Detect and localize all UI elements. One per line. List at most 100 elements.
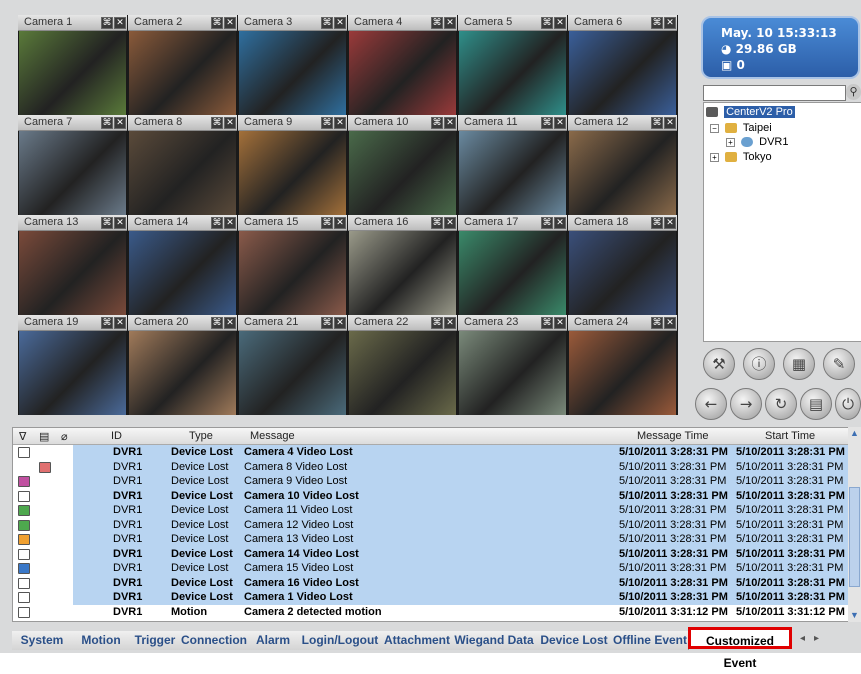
note-icon[interactable]: ▤	[39, 430, 49, 443]
tree-device-dvr1[interactable]: + DVR1	[726, 136, 788, 148]
tab-scroll-right-icon[interactable]: ▸	[814, 633, 819, 644]
close-icon[interactable]: ✕	[664, 17, 676, 29]
info-button[interactable]: ⓘ	[743, 348, 775, 380]
close-icon[interactable]: ✕	[554, 17, 566, 29]
edit-button[interactable]: ✎	[823, 348, 855, 380]
ptz-icon[interactable]: ⌘	[431, 317, 443, 329]
search-input[interactable]	[703, 85, 846, 101]
close-icon[interactable]: ✕	[334, 317, 346, 329]
camera-feed[interactable]	[459, 131, 566, 215]
ptz-icon[interactable]: ⌘	[211, 17, 223, 29]
grid-icon[interactable]: ▤	[800, 388, 832, 420]
vertical-scrollbar[interactable]: ▲ ▼	[848, 427, 861, 622]
event-table[interactable]: ∇ ▤ ⌀ ID Type Message Message Time Start…	[12, 427, 850, 622]
camera-tile[interactable]: Camera 10 ⌘ ✕	[348, 115, 457, 215]
close-icon[interactable]: ✕	[664, 317, 676, 329]
col-message-time[interactable]: Message Time	[637, 430, 709, 442]
camera-tile[interactable]: Camera 12 ⌘ ✕	[568, 115, 677, 215]
tree-root[interactable]: CenterV2 Pro	[706, 106, 795, 118]
close-icon[interactable]: ✕	[444, 217, 456, 229]
tab-connection[interactable]: Connection	[180, 631, 249, 650]
camera-feed[interactable]	[569, 331, 676, 415]
ptz-icon[interactable]: ⌘	[211, 317, 223, 329]
camera-feed[interactable]	[19, 231, 126, 315]
ptz-icon[interactable]: ⌘	[101, 17, 113, 29]
scroll-thumb[interactable]	[849, 487, 860, 587]
tab-wiegand-data[interactable]: Wiegand Data	[452, 631, 537, 650]
forward-icon[interactable]: →	[730, 388, 762, 420]
collapse-icon[interactable]: −	[710, 123, 719, 133]
camera-tile[interactable]: Camera 8 ⌘ ✕	[128, 115, 237, 215]
tab-motion[interactable]: Motion	[72, 631, 131, 650]
table-row[interactable]: DVR1 Device Lost Camera 8 Video Lost 5/10/2…	[13, 459, 849, 474]
camera-feed[interactable]	[19, 131, 126, 215]
table-row[interactable]: DVR1 Device Lost Camera 1 Video Lost 5/10/2…	[13, 590, 849, 605]
table-row[interactable]: DVR1 Device Lost Camera 13 Video Lost 5/10/…	[13, 532, 849, 547]
camera-feed[interactable]	[19, 331, 126, 415]
close-icon[interactable]: ✕	[334, 117, 346, 129]
col-id[interactable]: ID	[111, 430, 122, 442]
camera-tile[interactable]: Camera 19 ⌘ ✕	[18, 315, 127, 415]
camera-tile[interactable]: Camera 17 ⌘ ✕	[458, 215, 567, 315]
close-icon[interactable]: ✕	[224, 17, 236, 29]
close-icon[interactable]: ✕	[114, 117, 126, 129]
camera-tile[interactable]: Camera 7 ⌘ ✕	[18, 115, 127, 215]
camera-tile[interactable]: Camera 21 ⌘ ✕	[238, 315, 347, 415]
tree-group-tokyo[interactable]: + Tokyo	[710, 151, 772, 163]
camera-feed[interactable]	[569, 31, 676, 115]
tools-button[interactable]: ⚒	[703, 348, 735, 380]
close-icon[interactable]: ✕	[224, 117, 236, 129]
expand-icon[interactable]: +	[710, 152, 719, 162]
camera-feed[interactable]	[129, 31, 236, 115]
tab-scroll-left-icon[interactable]: ◂	[800, 633, 805, 644]
ptz-icon[interactable]: ⌘	[431, 17, 443, 29]
filter-icon[interactable]: ∇	[19, 430, 26, 443]
device-tree[interactable]: CenterV2 Pro − Taipei + DVR1 + Tokyo	[703, 102, 861, 342]
ptz-icon[interactable]: ⌘	[321, 317, 333, 329]
camera-feed[interactable]	[239, 131, 346, 215]
close-icon[interactable]: ✕	[554, 217, 566, 229]
camera-tile[interactable]: Camera 20 ⌘ ✕	[128, 315, 237, 415]
camera-tile[interactable]: Camera 2 ⌘ ✕	[128, 15, 237, 115]
ptz-icon[interactable]: ⌘	[651, 17, 663, 29]
tree-group-taipei[interactable]: − Taipei	[710, 122, 772, 134]
tab-login-logout[interactable]: Login/Logout	[298, 631, 383, 650]
tab-device-lost[interactable]: Device Lost	[536, 631, 613, 650]
camera-tile[interactable]: Camera 9 ⌘ ✕	[238, 115, 347, 215]
ptz-icon[interactable]: ⌘	[211, 117, 223, 129]
ptz-icon[interactable]: ⌘	[101, 317, 113, 329]
ptz-icon[interactable]: ⌘	[101, 117, 113, 129]
search-icon[interactable]: ⚲	[846, 84, 861, 100]
close-icon[interactable]: ✕	[224, 317, 236, 329]
camera-feed[interactable]	[239, 331, 346, 415]
ptz-icon[interactable]: ⌘	[651, 317, 663, 329]
ptz-icon[interactable]: ⌘	[541, 117, 553, 129]
camera-feed[interactable]	[239, 31, 346, 115]
table-row[interactable]: DVR1 Device Lost Camera 10 Video Lost 5/10/…	[13, 488, 849, 503]
camera-tile[interactable]: Camera 23 ⌘ ✕	[458, 315, 567, 415]
scroll-down-icon[interactable]: ▼	[848, 609, 861, 621]
camera-feed[interactable]	[239, 231, 346, 315]
camera-tile[interactable]: Camera 22 ⌘ ✕	[348, 315, 457, 415]
camera-tile[interactable]: Camera 4 ⌘ ✕	[348, 15, 457, 115]
camera-tile[interactable]: Camera 6 ⌘ ✕	[568, 15, 677, 115]
camera-tile[interactable]: Camera 16 ⌘ ✕	[348, 215, 457, 315]
col-message[interactable]: Message	[250, 430, 295, 442]
table-row[interactable]: DVR1 Device Lost Camera 14 Video Lost 5/10/…	[13, 546, 849, 561]
camera-tile[interactable]: Camera 3 ⌘ ✕	[238, 15, 347, 115]
table-row[interactable]: DVR1 Motion Camera 2 detected motion 5/10/2…	[13, 605, 849, 620]
ptz-icon[interactable]: ⌘	[321, 217, 333, 229]
table-row[interactable]: DVR1 Device Lost Camera 15 Video Lost 5/10/…	[13, 561, 849, 576]
camera-feed[interactable]	[349, 131, 456, 215]
camera-feed[interactable]	[459, 31, 566, 115]
expand-icon[interactable]: +	[726, 137, 735, 147]
close-icon[interactable]: ✕	[114, 317, 126, 329]
table-row[interactable]: DVR1 Device Lost Camera 12 Video Lost 5/10/…	[13, 517, 849, 532]
ptz-icon[interactable]: ⌘	[321, 17, 333, 29]
col-start-time[interactable]: Start Time	[765, 430, 815, 442]
camera-feed[interactable]	[19, 31, 126, 115]
camera-feed[interactable]	[349, 31, 456, 115]
tab-offline-event[interactable]: Offline Event	[612, 631, 689, 650]
back-icon[interactable]: ←	[695, 388, 727, 420]
camera-feed[interactable]	[349, 231, 456, 315]
